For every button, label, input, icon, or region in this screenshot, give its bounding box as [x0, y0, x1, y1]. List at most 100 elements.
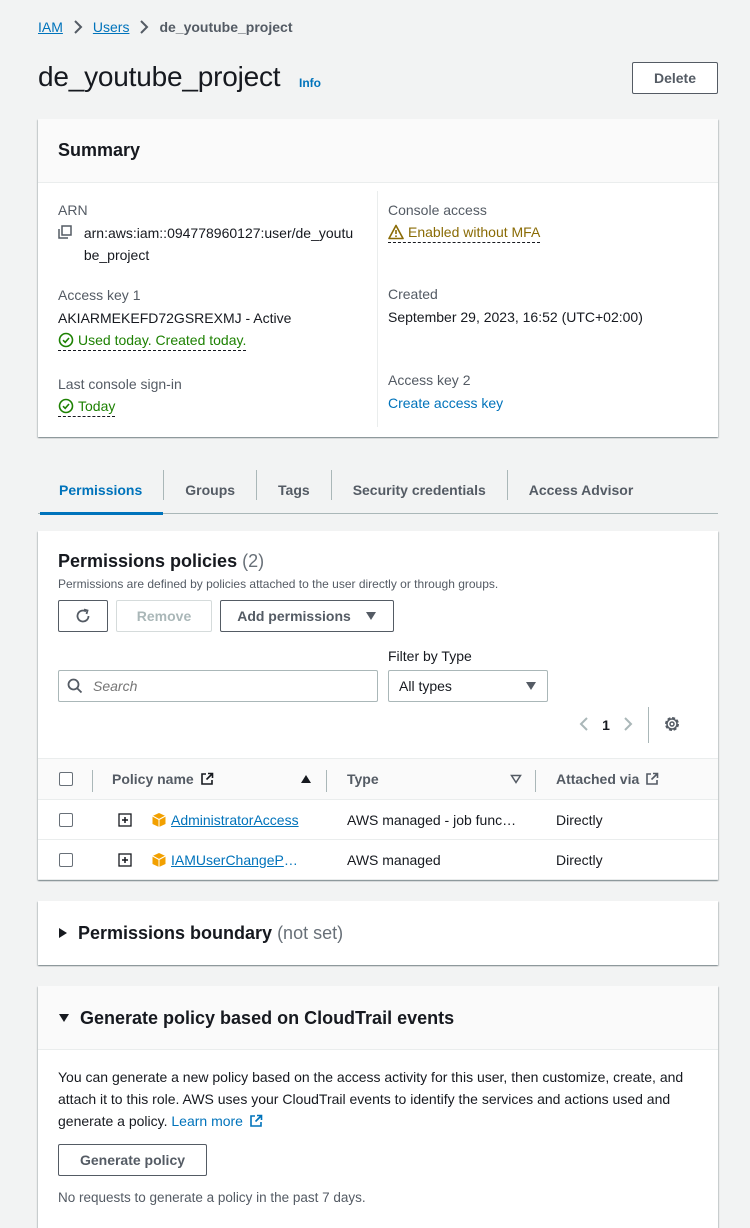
sort-descending-icon[interactable]: [510, 759, 522, 799]
arn-label: ARN: [58, 202, 88, 218]
add-permissions-label: Add permissions: [237, 608, 351, 624]
refresh-button[interactable]: [58, 600, 108, 632]
select-all-checkbox[interactable]: [59, 772, 73, 786]
policy-name-link[interactable]: IAMUserChangePassword: [171, 852, 303, 868]
external-link-icon: [250, 1114, 263, 1127]
chevron-right-icon: [129, 20, 159, 34]
access-key-1-status-text: Used today. Created today.: [78, 332, 247, 348]
chevron-right-icon: [63, 20, 93, 34]
caret-down-icon: [526, 682, 536, 690]
refresh-icon: [76, 608, 90, 623]
policy-name-link[interactable]: AdministratorAccess: [171, 812, 299, 828]
table-header: Policy name Type Attached via: [38, 758, 718, 800]
current-page[interactable]: 1: [590, 717, 622, 733]
arn-value: arn:aws:iam::094778960127:user/de_youtub…: [83, 225, 354, 263]
permissions-policies-panel: Permissions policies (2) Permissions are…: [38, 531, 718, 880]
prev-page-icon[interactable]: [578, 716, 590, 735]
policy-name-header-text: Policy name: [112, 771, 194, 787]
copy-icon[interactable]: [58, 222, 84, 242]
type-filter-value: All types: [399, 678, 452, 694]
summary-panel: Summary ARN arn:aws:iam::094778960127:us…: [38, 119, 718, 437]
policy-type: AWS managed - job function: [347, 811, 517, 828]
console-access-label: Console access: [388, 202, 487, 218]
summary-right-column: Console access Enabled without MFA Creat…: [388, 191, 708, 414]
settings-gear-icon[interactable]: [663, 715, 681, 736]
permissions-boundary-title: Permissions boundary: [78, 922, 273, 943]
tab-access-advisor[interactable]: Access Advisor: [508, 467, 655, 513]
policies-title-text: Permissions policies: [58, 551, 238, 571]
breadcrumb-users-link[interactable]: Users: [93, 19, 130, 35]
check-circle-icon: [58, 398, 74, 414]
row-checkbox[interactable]: [59, 812, 73, 827]
external-link-icon: [646, 772, 659, 785]
generate-policy-note: No requests to generate a policy in the …: [58, 1190, 366, 1205]
breadcrumb-current: de_youtube_project: [159, 19, 293, 35]
pager-divider: [648, 707, 649, 743]
policies-count: (2): [242, 551, 265, 571]
breadcrumb: IAM Users de_youtube_project: [38, 18, 292, 36]
last-signin-status[interactable]: Today: [58, 396, 116, 417]
generate-policy-panel: Generate policy based on CloudTrail even…: [38, 986, 718, 1228]
attached-via-header-text: Attached via: [556, 771, 640, 787]
generate-policy-body: You can generate a new policy based on t…: [58, 1069, 684, 1129]
expand-icon[interactable]: [118, 840, 132, 879]
type-header[interactable]: Type: [347, 759, 379, 799]
delete-button[interactable]: Delete: [632, 62, 718, 94]
tab-permissions[interactable]: Permissions: [38, 467, 164, 515]
aws-policy-icon: [151, 840, 167, 879]
search-input[interactable]: [93, 678, 353, 694]
page-title: de_youtube_project: [38, 61, 281, 92]
policy-name-header[interactable]: Policy name: [112, 759, 214, 799]
table-row: AdministratorAccess AWS managed - job fu…: [38, 800, 718, 840]
summary-left-column: ARN arn:aws:iam::094778960127:user/de_yo…: [58, 191, 358, 417]
caret-down-icon: [59, 1014, 69, 1022]
expand-icon[interactable]: [118, 800, 132, 839]
column-divider: [535, 770, 536, 792]
attached-via-header[interactable]: Attached via: [556, 759, 659, 799]
create-access-key-link[interactable]: Create access key: [388, 392, 708, 414]
access-key-1-status[interactable]: Used today. Created today.: [58, 330, 247, 351]
info-link[interactable]: Info: [299, 76, 321, 90]
table-row: IAMUserChangePassword AWS managed Direct…: [38, 840, 718, 880]
learn-more-link[interactable]: Learn more: [171, 1113, 263, 1129]
permissions-boundary-status: (not set): [277, 922, 344, 943]
access-key-2-label: Access key 2: [388, 372, 471, 388]
filter-by-type-label: Filter by Type: [388, 648, 472, 664]
breadcrumb-iam-link[interactable]: IAM: [38, 19, 63, 35]
column-divider: [92, 770, 93, 792]
tab-security-credentials[interactable]: Security credentials: [332, 467, 507, 513]
learn-more-text: Learn more: [171, 1113, 243, 1129]
permissions-boundary-expander[interactable]: Permissions boundary (not set): [58, 901, 343, 965]
policies-table: Policy name Type Attached via Administra…: [38, 758, 718, 880]
permissions-boundary-panel: Permissions boundary (not set): [38, 901, 718, 965]
last-signin-label: Last console sign-in: [58, 376, 182, 392]
search-field[interactable]: [58, 670, 378, 702]
next-page-icon[interactable]: [622, 716, 634, 735]
attached-via: Directly: [556, 851, 603, 868]
console-access-status[interactable]: Enabled without MFA: [388, 222, 541, 243]
generate-policy-button[interactable]: Generate policy: [58, 1144, 207, 1176]
search-icon: [67, 678, 83, 694]
aws-policy-icon: [151, 800, 167, 839]
created-label: Created: [388, 286, 438, 302]
access-key-1-value: AKIARMEKEFD72GSREXMJ - Active: [58, 310, 292, 326]
attached-via: Directly: [556, 811, 603, 828]
created-value: September 29, 2023, 16:52 (UTC+02:00): [388, 309, 643, 325]
caret-down-icon: [365, 612, 376, 620]
summary-title: Summary: [38, 119, 718, 183]
sort-ascending-icon[interactable]: [300, 759, 312, 799]
console-access-value: Enabled without MFA: [408, 224, 541, 240]
add-permissions-button[interactable]: Add permissions: [220, 600, 394, 632]
caret-right-icon: [59, 928, 67, 938]
permissions-policies-title: Permissions policies (2): [58, 551, 264, 572]
warning-icon: [388, 224, 404, 240]
external-link-icon: [200, 772, 214, 785]
column-divider: [326, 770, 327, 792]
row-checkbox[interactable]: [59, 852, 73, 867]
tab-tags[interactable]: Tags: [257, 467, 331, 513]
type-filter-select[interactable]: All types: [388, 670, 548, 702]
tab-groups[interactable]: Groups: [164, 467, 256, 513]
policy-type: AWS managed: [347, 851, 441, 868]
remove-button[interactable]: Remove: [116, 600, 212, 632]
generate-policy-expander[interactable]: Generate policy based on CloudTrail even…: [58, 986, 454, 1050]
